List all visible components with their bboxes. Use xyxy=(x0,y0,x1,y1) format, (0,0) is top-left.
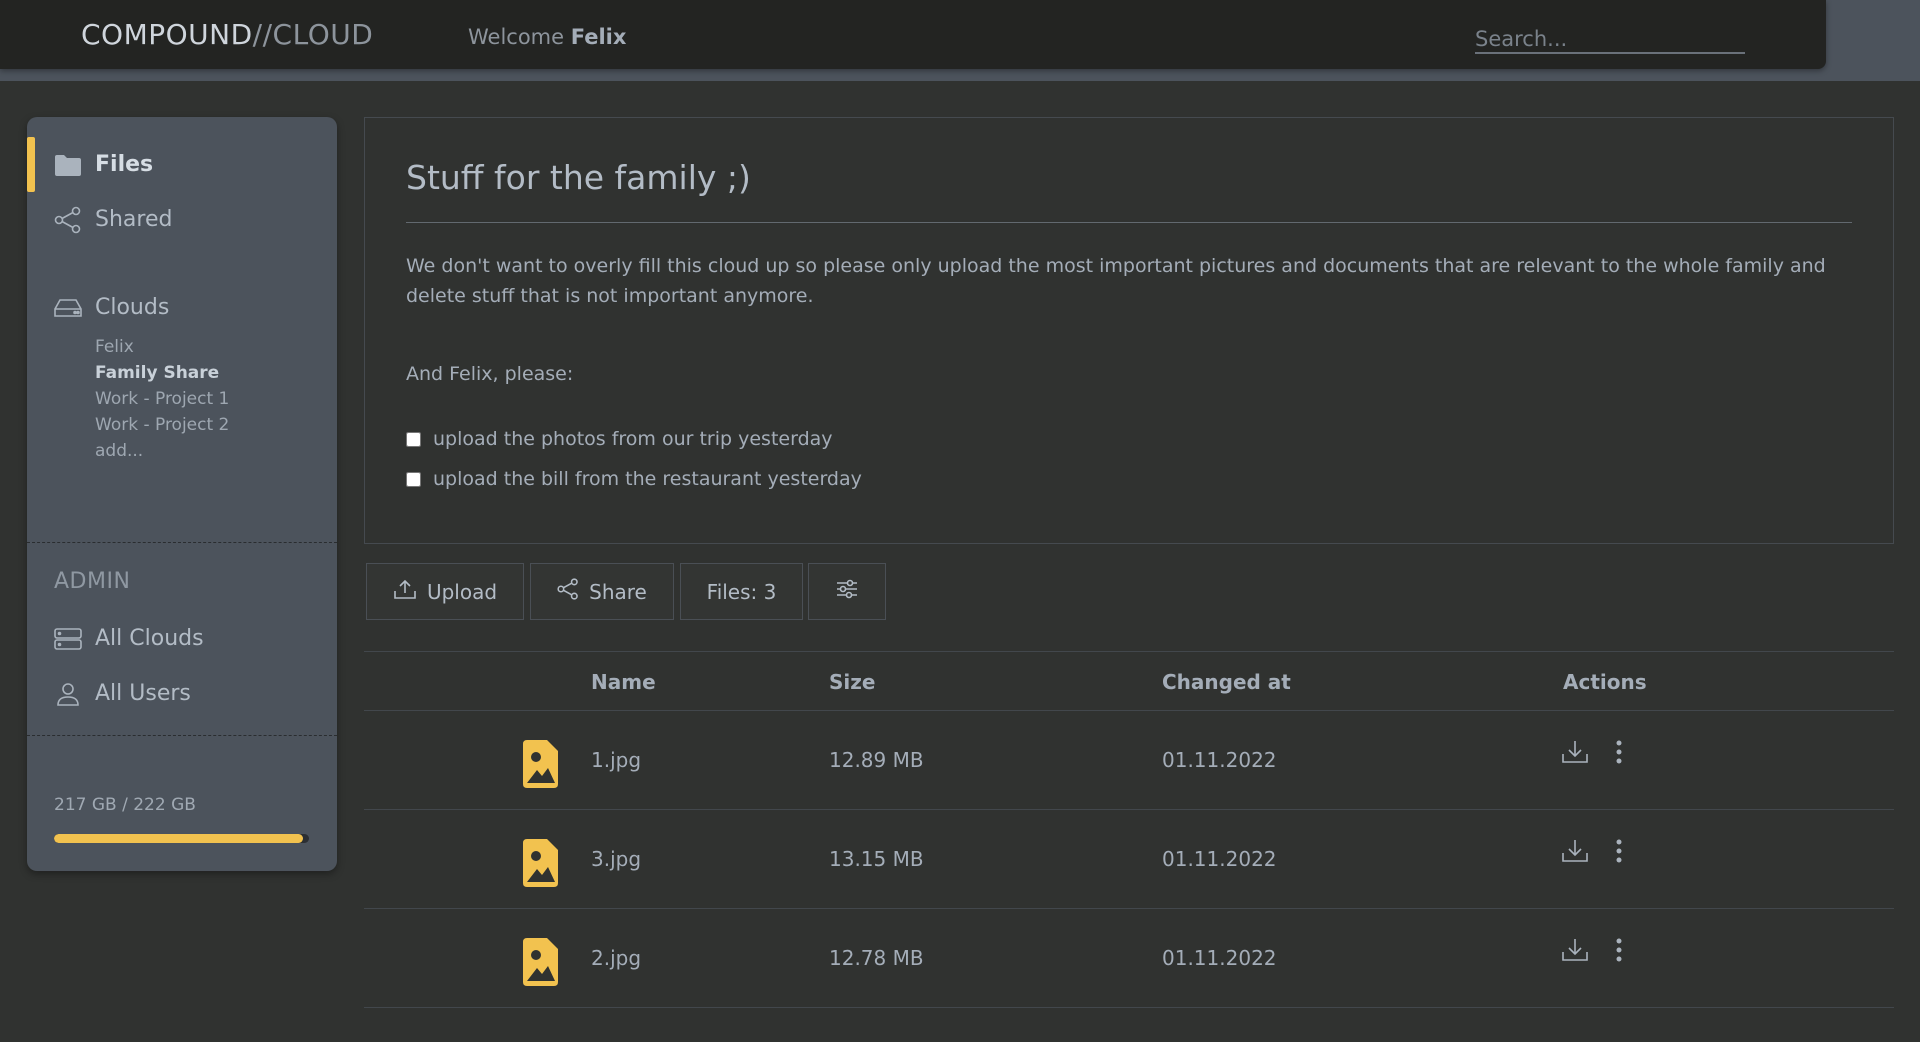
please-line: And Felix, please: xyxy=(406,363,574,385)
share-button-label: Share xyxy=(589,579,647,604)
column-header-size[interactable]: Size xyxy=(829,670,875,694)
file-name[interactable]: 1.jpg xyxy=(591,748,641,772)
storage-progress-bar xyxy=(54,834,309,843)
title-divider xyxy=(406,222,1852,223)
files-count-button[interactable]: Files: 3 xyxy=(680,563,803,620)
sidebar-item-all-clouds[interactable]: All Clouds xyxy=(27,611,337,666)
sidebar-item-files[interactable]: Files xyxy=(27,137,337,192)
table-row[interactable]: 3.jpg 13.15 MB 01.11.2022 xyxy=(364,810,1894,909)
table-row[interactable]: 1.jpg 12.89 MB 01.11.2022 xyxy=(364,711,1894,810)
cloud-item-felix[interactable]: Felix xyxy=(95,334,229,360)
file-size: 12.78 MB xyxy=(829,946,924,970)
files-table: Name Size Changed at Actions 1.jpg 12.89… xyxy=(364,651,1894,1008)
share-icon xyxy=(53,205,83,235)
welcome-message: Welcome Felix xyxy=(468,25,626,49)
file-changed-date: 01.11.2022 xyxy=(1162,946,1277,970)
top-bar: COMPOUND//CLOUD Welcome Felix xyxy=(0,0,1826,69)
welcome-prefix: Welcome xyxy=(468,25,565,49)
sidebar-item-shared[interactable]: Shared xyxy=(27,192,337,247)
upload-button[interactable]: Upload xyxy=(366,563,524,620)
files-count-label: Files: 3 xyxy=(706,579,777,604)
file-name[interactable]: 3.jpg xyxy=(591,847,641,871)
image-file-icon xyxy=(523,938,558,986)
sidebar-item-label: Shared xyxy=(95,207,173,232)
clouds-list: Felix Family Share Work - Project 1 Work… xyxy=(95,334,229,464)
column-header-changed[interactable]: Changed at xyxy=(1162,670,1291,694)
column-header-name[interactable]: Name xyxy=(591,670,656,694)
todo-text: upload the bill from the restaurant yest… xyxy=(433,468,862,490)
sidebar: Files Shared Clouds Felix Family Share W… xyxy=(27,117,337,871)
description-paragraph: We don't want to overly fill this cloud … xyxy=(406,255,1826,307)
image-file-icon xyxy=(523,740,558,788)
storage-progress-fill xyxy=(54,834,304,843)
sidebar-item-label: All Clouds xyxy=(95,626,204,651)
sidebar-item-label: All Users xyxy=(95,681,191,706)
file-changed-date: 01.11.2022 xyxy=(1162,748,1277,772)
user-icon xyxy=(53,679,83,709)
sidebar-divider xyxy=(27,542,337,543)
brand-separator: // xyxy=(252,18,273,51)
download-icon[interactable] xyxy=(1559,934,1591,966)
page-title: Stuff for the family ;) xyxy=(406,158,751,197)
filter-settings-button[interactable] xyxy=(808,563,886,620)
share-icon xyxy=(557,578,579,605)
download-icon[interactable] xyxy=(1559,736,1591,768)
folder-icon xyxy=(53,150,83,180)
sliders-icon xyxy=(835,578,859,605)
brand-part-1: COMPOUND xyxy=(81,18,253,51)
admin-heading: ADMIN xyxy=(54,569,131,594)
sidebar-item-label: Clouds xyxy=(95,295,170,320)
cloud-description-panel: Stuff for the family ;) We don't want to… xyxy=(364,117,1894,544)
sidebar-item-all-users[interactable]: All Users xyxy=(27,666,337,721)
sidebar-divider xyxy=(27,735,337,736)
cloud-item-work-project-1[interactable]: Work - Project 1 xyxy=(95,386,229,412)
add-cloud-link[interactable]: add... xyxy=(95,438,229,464)
sidebar-item-label: Files xyxy=(95,152,154,177)
upload-icon xyxy=(393,578,417,605)
todo-item[interactable]: upload the bill from the restaurant yest… xyxy=(406,468,862,490)
cloud-item-family-share[interactable]: Family Share xyxy=(95,360,229,386)
table-row[interactable]: 2.jpg 12.78 MB 01.11.2022 xyxy=(364,909,1894,1008)
more-options-icon[interactable] xyxy=(1603,934,1635,966)
storage-usage-text: 217 GB / 222 GB xyxy=(54,795,196,815)
sidebar-item-clouds[interactable]: Clouds xyxy=(27,280,337,335)
more-options-icon[interactable] xyxy=(1603,835,1635,867)
brand-part-2: CLOUD xyxy=(272,18,374,51)
brand-logo[interactable]: COMPOUND//CLOUD xyxy=(81,18,373,51)
share-button[interactable]: Share xyxy=(530,563,674,620)
todo-checkbox[interactable] xyxy=(406,471,421,487)
file-size: 13.15 MB xyxy=(829,847,924,871)
upload-button-label: Upload xyxy=(426,579,498,604)
table-header: Name Size Changed at Actions xyxy=(364,651,1894,711)
image-file-icon xyxy=(523,839,558,887)
file-size: 12.89 MB xyxy=(829,748,924,772)
file-name[interactable]: 2.jpg xyxy=(591,946,641,970)
more-options-icon[interactable] xyxy=(1603,736,1635,768)
server-icon xyxy=(53,624,83,654)
column-header-actions: Actions xyxy=(1563,670,1647,694)
cloud-item-work-project-2[interactable]: Work - Project 2 xyxy=(95,412,229,438)
search-input[interactable] xyxy=(1475,26,1745,54)
hard-drive-icon xyxy=(53,293,83,323)
todo-item[interactable]: upload the photos from our trip yesterda… xyxy=(406,428,833,450)
user-name: Felix xyxy=(570,25,627,49)
todo-checkbox[interactable] xyxy=(406,431,421,447)
todo-text: upload the photos from our trip yesterda… xyxy=(433,428,833,450)
download-icon[interactable] xyxy=(1559,835,1591,867)
file-changed-date: 01.11.2022 xyxy=(1162,847,1277,871)
